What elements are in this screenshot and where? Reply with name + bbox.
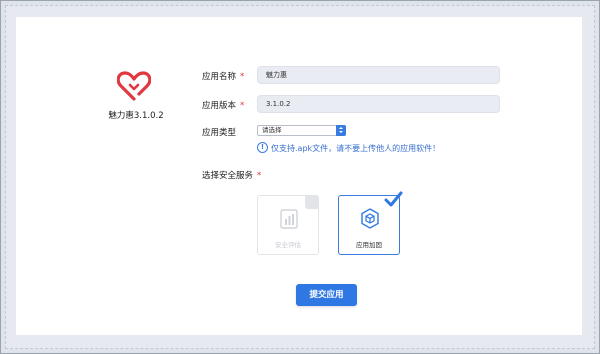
cube-shield-icon [361, 208, 379, 229]
app-type-label: 应用类型 [202, 128, 237, 138]
app-type-select[interactable]: 请选择 [257, 125, 346, 136]
service-card-label: 应用加固 [356, 241, 382, 249]
submit-app-button[interactable]: 提交应用 [296, 284, 357, 306]
app-logo-icon [117, 71, 151, 101]
app-name-label: 应用名称 * [202, 70, 244, 82]
app-version-label-text: 应用版本 [202, 101, 237, 111]
unchecked-corner-icon [305, 195, 319, 209]
app-name: 魅力惠3.1.0.2 [108, 111, 164, 121]
service-card-security-assessment[interactable]: 安全评估 [257, 195, 319, 255]
report-icon [280, 209, 298, 229]
required-mark: * [240, 72, 245, 82]
service-card-app-hardening[interactable]: 应用加固 [338, 191, 403, 255]
select-arrows-icon[interactable] [336, 125, 346, 136]
info-icon: ! [257, 142, 268, 153]
app-name-field[interactable]: 魅力惠 [257, 66, 500, 84]
service-card-label: 安全评估 [275, 241, 301, 249]
app-version-label: 应用版本 * [202, 99, 244, 111]
required-mark: * [257, 171, 262, 181]
service-label-text: 选择安全服务 [202, 171, 254, 181]
app-type-select-value: 请选择 [262, 126, 282, 134]
required-mark: * [240, 101, 245, 111]
upload-tip-text: 仅支持.apk文件，请不要上传他人的应用软件！ [271, 144, 441, 153]
app-version-field[interactable]: 3.1.0.2 [257, 95, 500, 113]
checkmark-icon [384, 191, 403, 207]
service-label: 选择安全服务 * [202, 169, 261, 181]
app-name-label-text: 应用名称 [202, 72, 237, 82]
